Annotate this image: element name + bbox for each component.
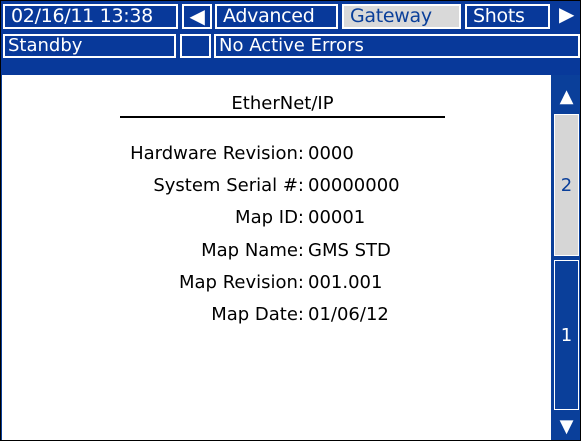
scroll-down-button[interactable]: ▼	[555, 414, 578, 440]
system-mode-status: Standby	[3, 34, 176, 58]
arrow-up-icon: ▲	[559, 86, 574, 107]
previous-screen-button[interactable]: ◀	[182, 4, 212, 29]
page-2-button[interactable]: 2	[554, 114, 579, 256]
top-navigation-bar: 02/16/11 13:38 ◀ Advanced Gateway Shots …	[1, 1, 580, 32]
info-row-map-revision: Map Revision: 001.001	[2, 272, 551, 298]
info-value: 001.001	[308, 272, 383, 293]
right-arrow-icon: ▶	[558, 4, 575, 26]
info-value: 00000000	[308, 175, 400, 196]
info-row-system-serial: System Serial #: 00000000	[2, 175, 551, 201]
info-row-map-id: Map ID: 00001	[2, 207, 551, 233]
info-label: Map Date:	[211, 304, 304, 325]
scroll-up-button[interactable]: ▲	[555, 84, 578, 110]
title-divider	[120, 116, 445, 118]
next-screen-button[interactable]: ▶	[553, 4, 580, 29]
info-value: GMS STD	[308, 240, 391, 261]
info-row-map-date: Map Date: 01/06/12	[2, 304, 551, 330]
page-1-button[interactable]: 1	[554, 260, 579, 410]
left-arrow-icon: ◀	[189, 4, 205, 28]
status-indicator	[180, 34, 211, 58]
tab-advanced[interactable]: Advanced	[215, 4, 338, 29]
info-label: Map ID:	[235, 207, 304, 228]
tab-gateway[interactable]: Gateway	[342, 4, 461, 29]
info-row-map-name: Map Name: GMS STD	[2, 240, 551, 266]
info-label: Hardware Revision:	[130, 143, 304, 164]
info-label: System Serial #:	[153, 175, 304, 196]
gateway-info-panel: EtherNet/IP Hardware Revision: 0000 Syst…	[2, 75, 551, 440]
error-status: No Active Errors	[214, 34, 580, 58]
info-value: 00001	[308, 207, 366, 228]
status-bar: Standby No Active Errors	[1, 32, 580, 75]
tab-shots[interactable]: Shots	[465, 4, 550, 29]
datetime-display: 02/16/11 13:38	[3, 4, 178, 29]
info-label: Map Revision:	[179, 272, 304, 293]
page-scroll-column: ▲ 2 1 ▼	[553, 84, 580, 440]
info-row-hardware-revision: Hardware Revision: 0000	[2, 143, 551, 169]
info-value: 01/06/12	[308, 304, 389, 325]
arrow-down-icon: ▼	[559, 416, 574, 437]
section-title: EtherNet/IP	[231, 93, 334, 114]
info-value: 0000	[308, 143, 354, 164]
screen-frame: 02/16/11 13:38 ◀ Advanced Gateway Shots …	[0, 0, 581, 441]
info-label: Map Name:	[201, 240, 304, 261]
